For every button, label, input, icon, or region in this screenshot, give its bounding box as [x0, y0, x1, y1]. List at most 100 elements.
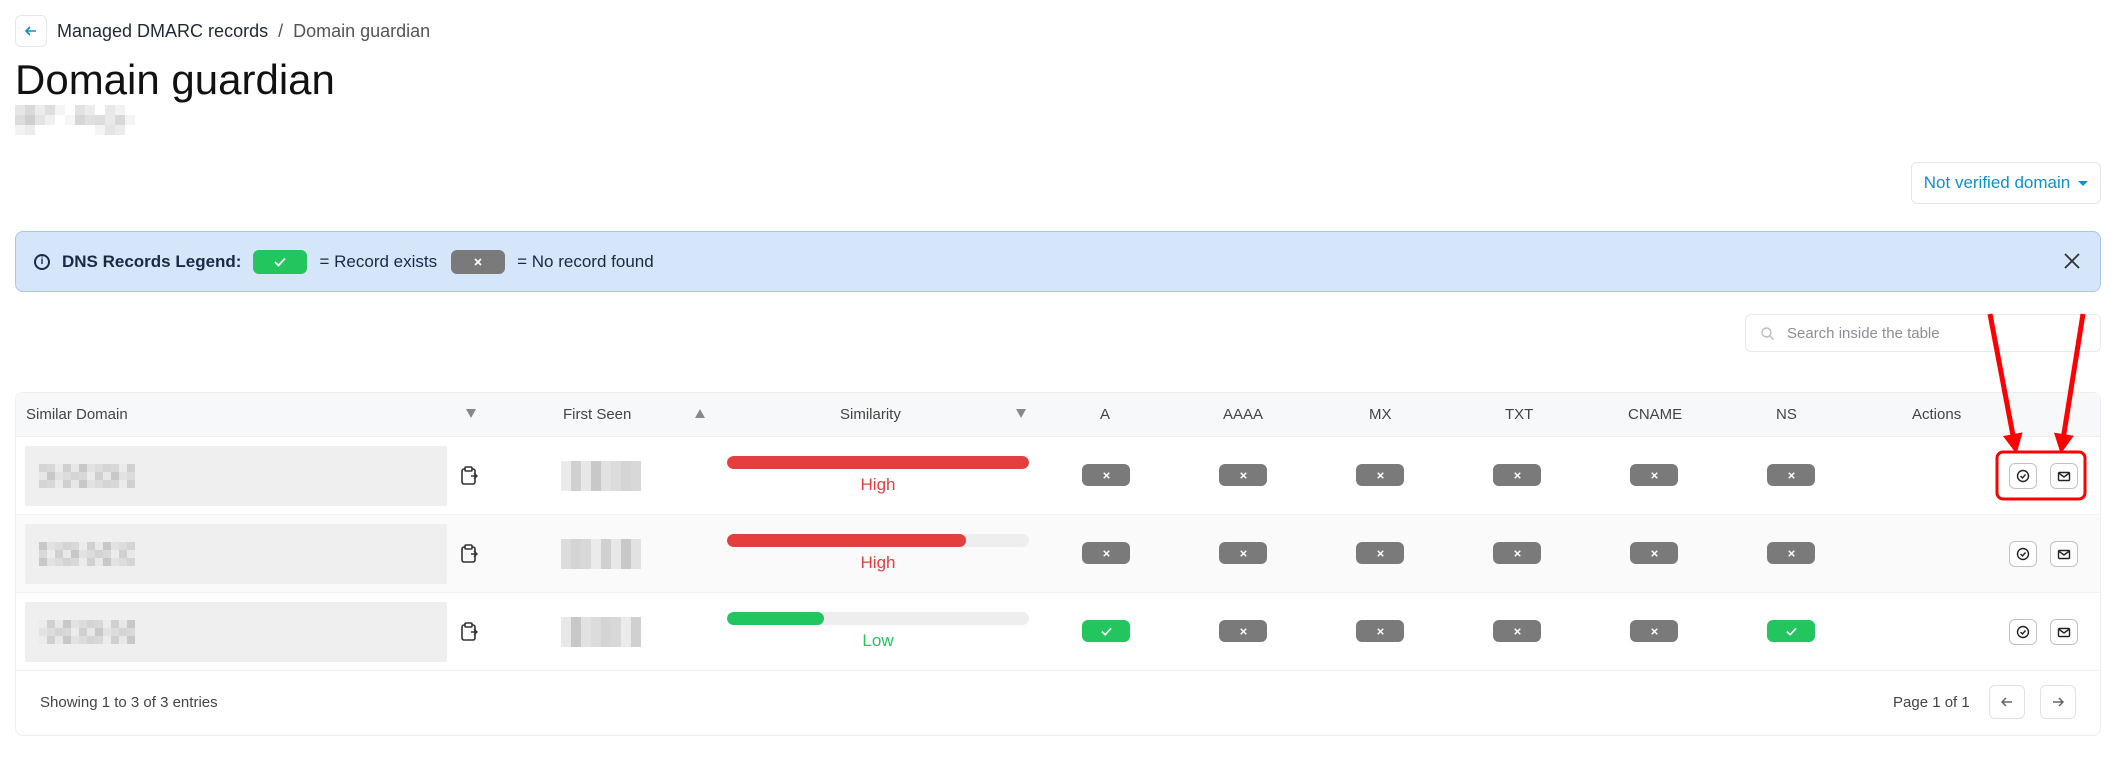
record-aaaa-status	[1219, 620, 1267, 642]
check-icon	[1100, 627, 1112, 636]
clipboard-copy-icon[interactable]	[459, 465, 479, 487]
similar-domain-cell	[25, 602, 447, 662]
legend-exists-text: = Record exists	[319, 251, 438, 271]
record-mx-status	[1356, 464, 1404, 486]
x-icon	[1787, 471, 1795, 479]
column-header-cname: CNAME	[1628, 406, 1683, 423]
search-icon	[1761, 326, 1774, 340]
column-header-mx: MX	[1369, 406, 1392, 423]
search-input[interactable]	[1787, 324, 2067, 342]
record-mx-status	[1356, 542, 1404, 564]
verify-domain-button[interactable]	[2009, 463, 2037, 489]
column-header-first-seen[interactable]: First Seen	[563, 406, 631, 423]
mail-icon	[2057, 627, 2071, 637]
verify-domain-button[interactable]	[2009, 619, 2037, 645]
table-row: High	[16, 437, 2100, 515]
entries-info: Showing 1 to 3 of 3 entries	[40, 694, 218, 711]
record-a-status	[1082, 542, 1130, 564]
mail-icon	[2057, 549, 2071, 559]
first-seen-cell	[561, 461, 641, 491]
first-seen-cell	[561, 617, 641, 647]
caret-down-icon	[2078, 180, 2089, 186]
arrow-right-icon	[2053, 697, 2065, 707]
x-icon	[1102, 549, 1110, 557]
sort-asc-icon[interactable]	[695, 409, 705, 418]
table-row: High	[16, 515, 2100, 593]
check-icon	[1785, 627, 1797, 636]
table-search[interactable]	[1745, 314, 2101, 352]
sort-desc-icon[interactable]	[466, 409, 476, 418]
breadcrumb-current: Domain guardian	[293, 20, 431, 41]
similarity-label: High	[860, 475, 896, 494]
x-icon	[1239, 471, 1247, 479]
x-icon	[1513, 627, 1521, 635]
column-header-aaaa: AAAA	[1223, 406, 1264, 423]
first-seen-cell	[561, 539, 641, 569]
arrow-left-icon	[2000, 697, 2012, 707]
clipboard-copy-icon[interactable]	[459, 621, 479, 643]
breadcrumb-parent-link[interactable]: Managed DMARC records	[57, 21, 268, 42]
page-title: Domain guardian	[15, 56, 335, 103]
close-icon	[2064, 253, 2080, 269]
x-icon	[1102, 471, 1110, 479]
legend-missing-text: = No record found	[517, 251, 654, 271]
previous-page-button[interactable]	[1989, 685, 2025, 719]
similarity-label: Low	[862, 631, 894, 650]
email-report-button[interactable]	[2050, 619, 2078, 645]
column-header-similar-domain[interactable]: Similar Domain	[26, 406, 128, 423]
x-icon	[1513, 549, 1521, 557]
column-header-a: A	[1100, 406, 1111, 423]
similarity-bar	[727, 456, 1029, 469]
record-ns-status	[1767, 542, 1815, 564]
dns-legend-banner: i DNS Records Legend: = Record exists = …	[15, 231, 2101, 292]
next-page-button[interactable]	[2040, 685, 2076, 719]
badge-check-icon	[2016, 547, 2030, 561]
email-report-button[interactable]	[2050, 463, 2078, 489]
back-button[interactable]	[15, 15, 47, 47]
x-icon	[1513, 471, 1521, 479]
page-info: Page 1 of 1	[1893, 694, 1970, 711]
record-ns-status	[1767, 620, 1815, 642]
table-footer: Showing 1 to 3 of 3 entries Page 1 of 1	[16, 671, 2100, 735]
similarity-bar	[727, 534, 1029, 547]
column-header-actions: Actions	[1912, 406, 1962, 423]
verification-status-label: Not verified domain	[1923, 173, 2071, 192]
column-header-ns: NS	[1776, 406, 1797, 423]
x-icon	[1376, 471, 1384, 479]
record-a-status	[1082, 620, 1130, 642]
legend-title: DNS Records Legend:	[62, 251, 242, 271]
record-cname-status	[1630, 542, 1678, 564]
clipboard-copy-icon[interactable]	[459, 543, 479, 565]
record-txt-status	[1493, 620, 1541, 642]
column-header-similarity[interactable]: Similarity	[840, 406, 901, 423]
record-aaaa-status	[1219, 464, 1267, 486]
x-icon	[1650, 471, 1658, 479]
check-icon	[274, 257, 287, 267]
breadcrumb: Managed DMARC records / Domain guardian	[15, 15, 430, 47]
email-report-button[interactable]	[2050, 541, 2078, 567]
arrow-left-icon	[24, 26, 36, 36]
similar-domains-table: Similar Domain First Seen Similarity A A…	[15, 392, 2101, 736]
table-header: Similar Domain First Seen Similarity A A…	[16, 393, 2100, 437]
similarity-bar	[727, 612, 1029, 625]
x-icon	[1650, 627, 1658, 635]
record-cname-status	[1630, 464, 1678, 486]
similarity-label: High	[860, 553, 896, 572]
redacted-subtitle	[15, 105, 135, 135]
x-icon	[1376, 549, 1384, 557]
legend-record-exists-pill	[253, 249, 308, 274]
x-icon	[1376, 627, 1384, 635]
legend-close-button[interactable]	[2058, 247, 2086, 275]
sort-desc-icon[interactable]	[1016, 409, 1026, 418]
breadcrumb-separator: /	[278, 20, 284, 41]
verification-status-dropdown[interactable]: Not verified domain	[1911, 162, 2101, 204]
record-txt-status	[1493, 542, 1541, 564]
verify-domain-button[interactable]	[2009, 541, 2037, 567]
similar-domain-cell	[25, 446, 447, 506]
record-cname-status	[1630, 620, 1678, 642]
record-aaaa-status	[1219, 542, 1267, 564]
x-icon	[1650, 549, 1658, 557]
badge-check-icon	[2016, 625, 2030, 639]
x-icon	[1787, 549, 1795, 557]
column-header-txt: TXT	[1505, 406, 1534, 423]
